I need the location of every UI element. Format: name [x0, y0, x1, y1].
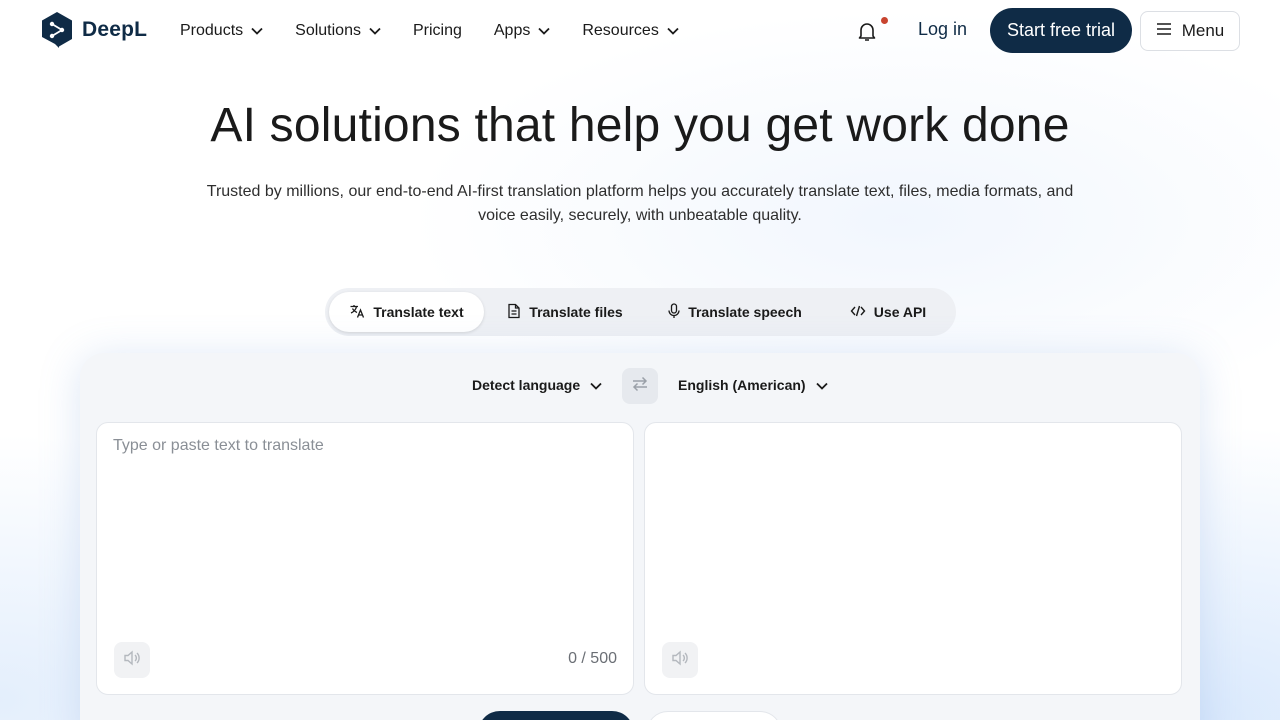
swap-icon: [631, 376, 649, 397]
login-link[interactable]: Log in: [918, 19, 967, 40]
nav-resources-label: Resources: [582, 22, 659, 39]
tab-translate-speech[interactable]: Translate speech: [646, 292, 824, 332]
target-language-select[interactable]: English (American): [678, 377, 828, 393]
chevron-down-icon: [815, 377, 828, 393]
nav-solutions[interactable]: Solutions: [295, 22, 381, 40]
nav-apps-label: Apps: [493, 22, 531, 39]
chevron-down-icon: [667, 27, 679, 35]
main-nav: Products Solutions Pricing Apps Resource…: [180, 0, 711, 62]
start-free-trial-button[interactable]: Start free trial: [990, 8, 1132, 53]
nav-apps[interactable]: Apps: [494, 22, 550, 40]
notification-dot: [881, 17, 888, 24]
tab-label: Translate speech: [688, 304, 802, 320]
menu-label: Menu: [1181, 21, 1225, 40]
hero-title: AI solutions that help you get work done: [210, 99, 1070, 152]
source-text-pane: 0 / 500: [96, 422, 634, 695]
site-header: DeepL Products Solutions Pricing Apps Re…: [0, 0, 1280, 62]
nav-products-label: Products: [180, 22, 244, 39]
nav-solutions-label: Solutions: [295, 22, 361, 39]
target-language-label: English (American): [678, 377, 806, 393]
source-language-select[interactable]: Detect language: [472, 377, 602, 393]
tab-use-api[interactable]: Use API: [824, 292, 952, 332]
language-bar: Detect language English (American): [80, 353, 1200, 419]
nav-pricing-label: Pricing: [412, 22, 462, 39]
code-icon: [850, 304, 866, 321]
tab-label: Translate files: [529, 304, 623, 320]
nav-pricing[interactable]: Pricing: [413, 22, 462, 40]
deepl-logo[interactable]: DeepL: [40, 11, 147, 49]
target-listen-button[interactable]: [662, 642, 698, 678]
feature-tabs: Translate text Translate files Translate…: [325, 288, 956, 336]
document-icon: [507, 303, 521, 322]
chevron-down-icon: [251, 27, 263, 35]
swap-languages-button[interactable]: [622, 368, 658, 404]
menu-button[interactable]: Menu: [1140, 11, 1240, 51]
deepl-logo-icon: [42, 12, 72, 48]
nav-resources[interactable]: Resources: [582, 22, 679, 40]
speaker-icon: [671, 649, 689, 671]
source-language-label: Detect language: [472, 377, 581, 393]
tab-translate-files[interactable]: Translate files: [484, 292, 646, 332]
chevron-down-icon: [590, 377, 602, 393]
tab-label: Translate text: [373, 304, 464, 320]
hamburger-icon: [1156, 21, 1172, 41]
source-listen-button[interactable]: [114, 642, 150, 678]
target-text-pane: [644, 422, 1182, 695]
chevron-down-icon: [369, 27, 381, 35]
brand-name: DeepL: [82, 18, 148, 41]
secondary-action-button[interactable]: [646, 711, 782, 720]
character-counter: 0 / 500: [568, 650, 617, 667]
primary-action-button[interactable]: [478, 711, 634, 720]
translator-card: Detect language English (American) 0 / 5…: [80, 353, 1200, 720]
nav-products[interactable]: Products: [180, 22, 263, 40]
translate-icon: [349, 303, 365, 322]
source-text-input[interactable]: [113, 437, 613, 637]
hero-subtitle: Trusted by millions, our end-to-end AI-f…: [206, 183, 1074, 224]
tab-translate-text[interactable]: Translate text: [329, 292, 484, 332]
bell-icon[interactable]: [855, 19, 879, 43]
chevron-down-icon: [538, 27, 550, 35]
microphone-icon: [668, 302, 680, 322]
tab-label: Use API: [873, 304, 927, 320]
speaker-icon: [123, 649, 141, 671]
